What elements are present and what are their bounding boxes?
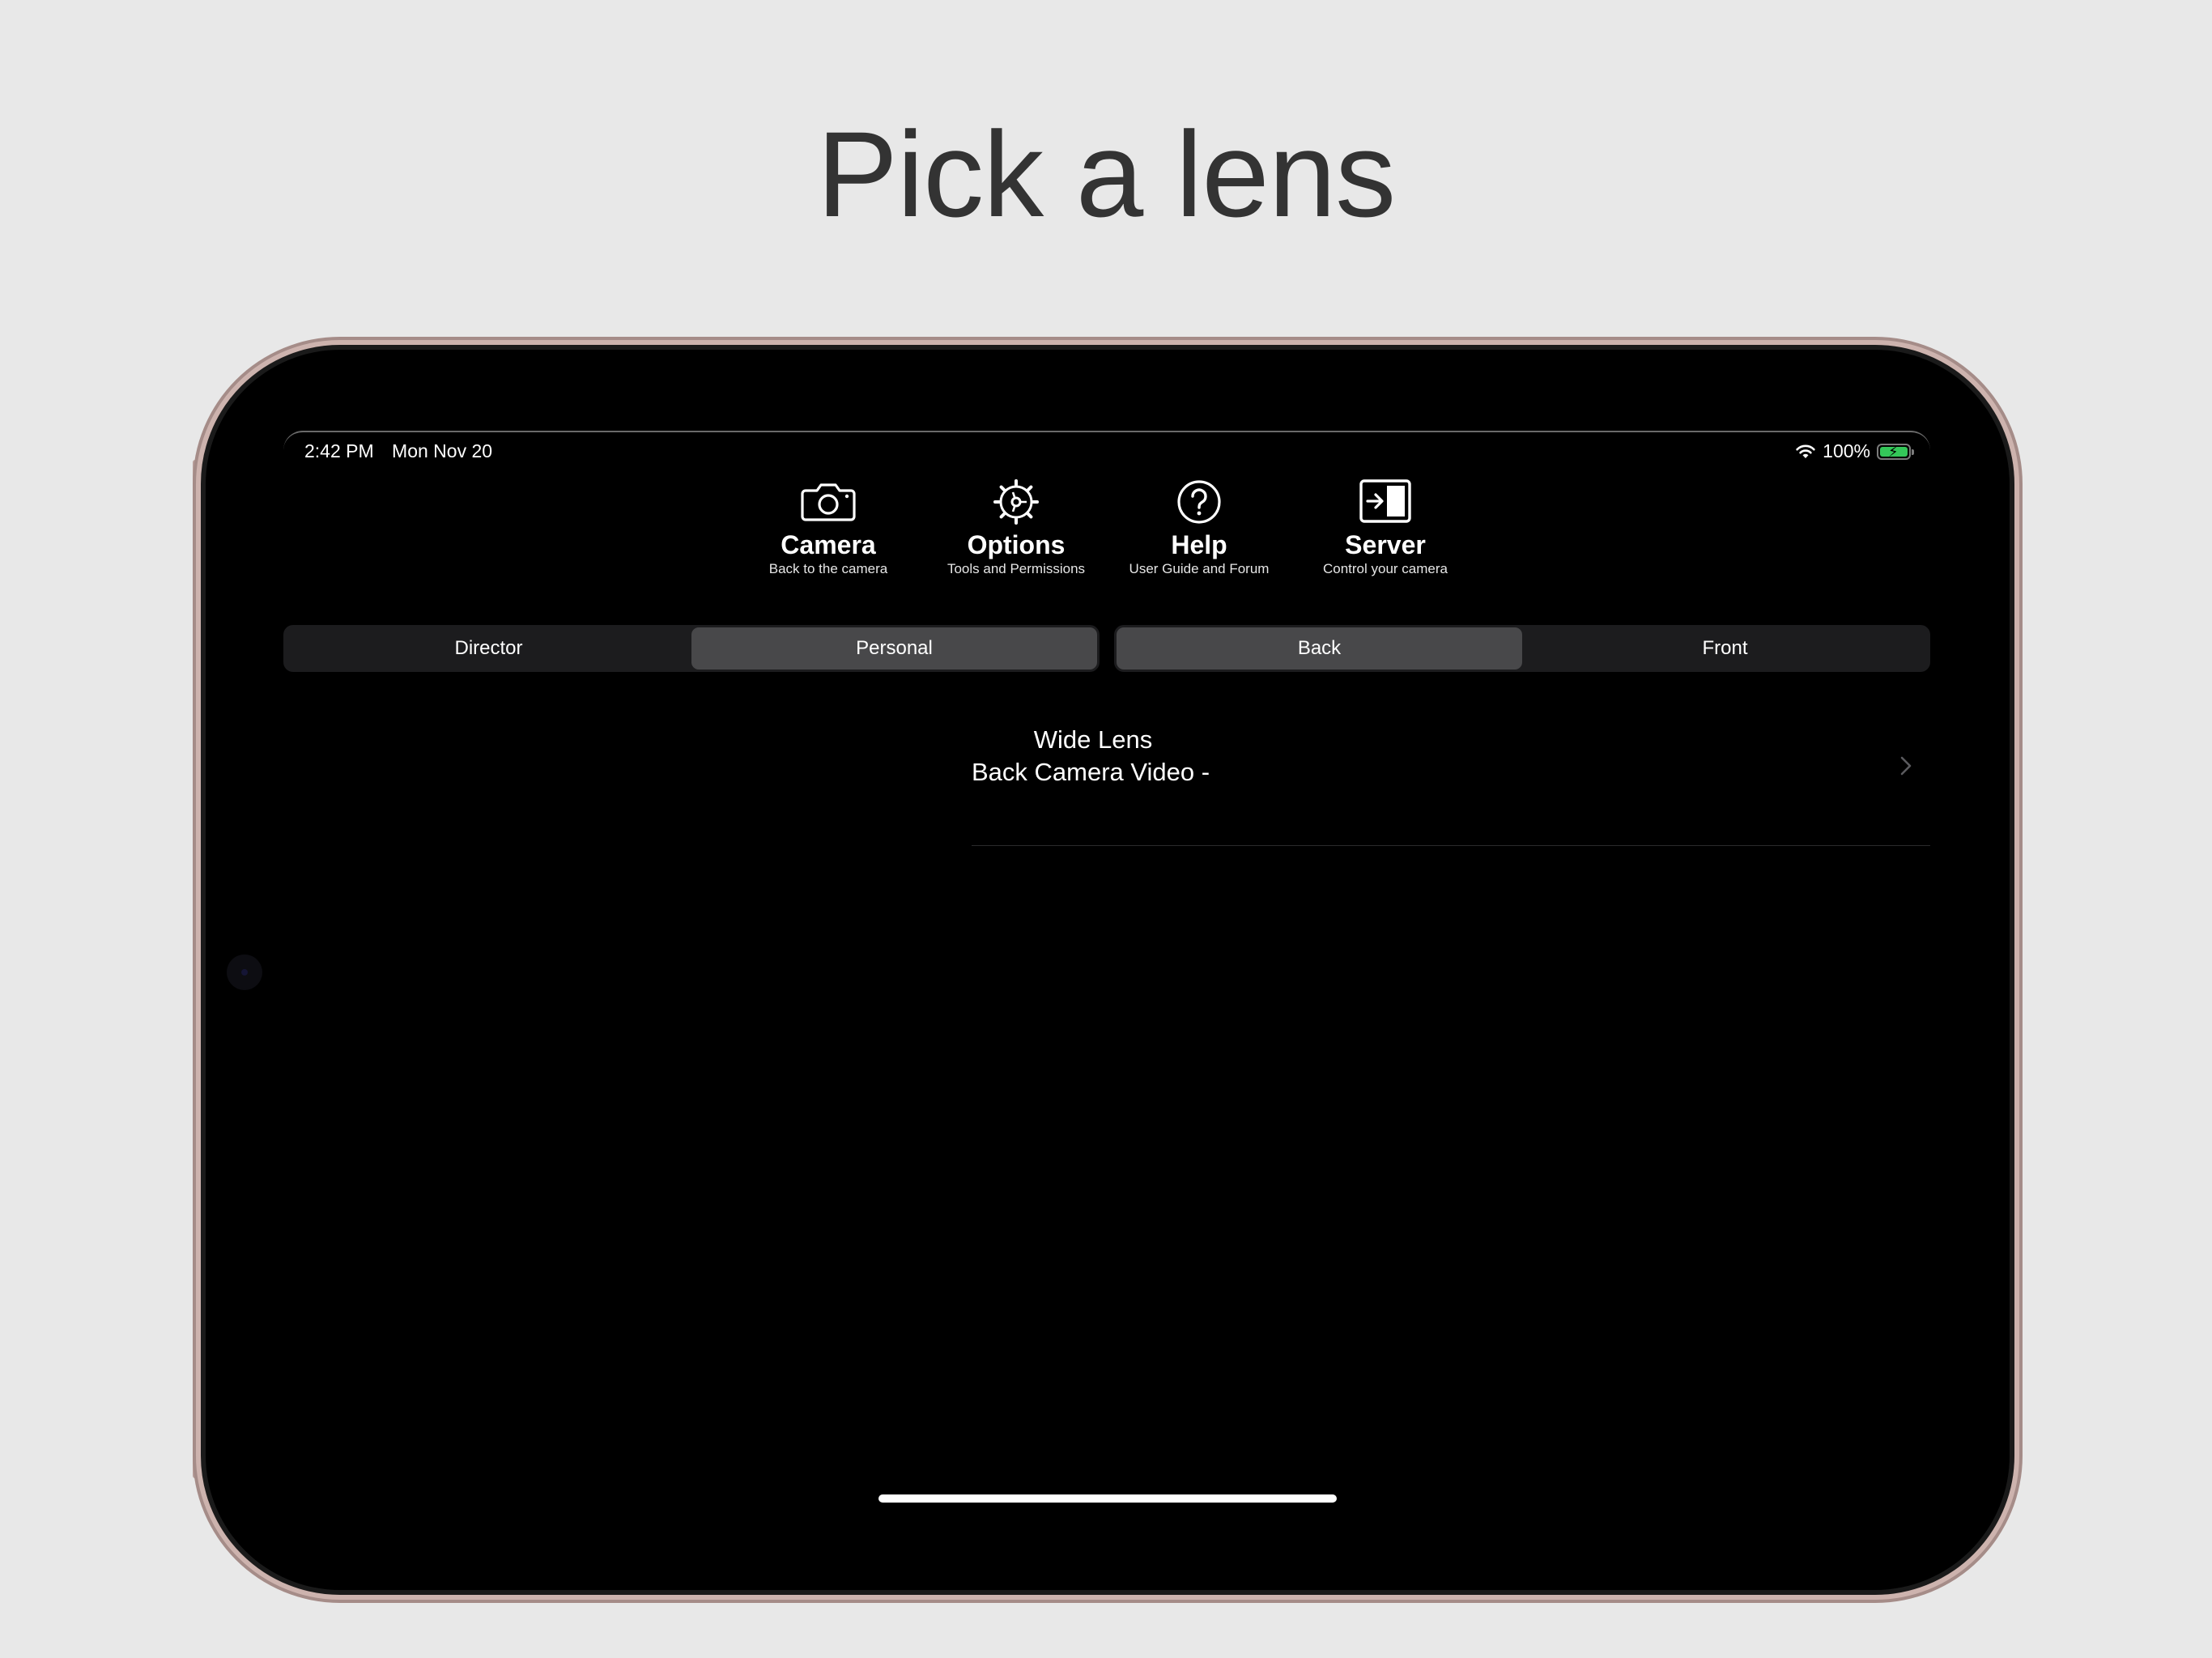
status-date: Mon Nov 20: [392, 440, 493, 461]
options-button-label: Options: [967, 530, 1066, 559]
segment-back[interactable]: Back: [1117, 627, 1522, 670]
status-bar: 2:42 PM Mon Nov 20 100% ⚡: [283, 432, 1930, 473]
camera-button[interactable]: Camera Back to the camera: [735, 474, 921, 578]
mode-segmented-control: Director Personal: [283, 625, 1100, 672]
status-left: 2:42 PM Mon Nov 20: [304, 440, 505, 462]
lens-title: Wide Lens: [1033, 725, 1153, 754]
page-headline: Pick a lens: [816, 106, 1396, 242]
gear-icon: [993, 479, 1039, 525]
camera-icon: [801, 483, 856, 521]
sidebar-enter-icon: [1359, 479, 1411, 523]
options-button[interactable]: Options Tools and Permissions: [923, 474, 1109, 578]
help-button-subtitle: User Guide and Forum: [1129, 561, 1270, 576]
device-screen: 2:42 PM Mon Nov 20 100% ⚡ Camera Back to…: [283, 431, 1930, 1509]
help-button[interactable]: Help User Guide and Forum: [1106, 474, 1292, 578]
front-camera-lens: [227, 954, 262, 990]
help-button-label: Help: [1171, 530, 1227, 559]
question-icon: [1177, 480, 1221, 524]
lens-subtitle: Back Camera Video -: [972, 758, 1210, 786]
top-toolbar: Camera Back to the camera Options Tools …: [283, 474, 1930, 596]
camera-button-label: Camera: [781, 530, 876, 559]
status-time: 2:42 PM: [304, 440, 374, 461]
wifi-icon: [1796, 444, 1815, 458]
camera-segmented-control: Back Front: [1114, 625, 1930, 672]
segment-front[interactable]: Front: [1522, 627, 1928, 670]
chevron-right-icon: [1900, 756, 1912, 776]
home-indicator[interactable]: [878, 1494, 1337, 1503]
server-button-subtitle: Control your camera: [1322, 561, 1448, 576]
segment-director[interactable]: Director: [286, 627, 691, 670]
battery-percent: 100%: [1823, 440, 1870, 461]
list-divider: [972, 845, 1930, 846]
lens-list-item[interactable]: Wide Lens Back Camera Video -: [972, 708, 1930, 845]
charging-bolt-icon: ⚡: [1888, 443, 1899, 460]
options-button-subtitle: Tools and Permissions: [946, 561, 1086, 576]
server-button-label: Server: [1345, 530, 1426, 559]
camera-button-subtitle: Back to the camera: [768, 561, 888, 576]
status-right: 100% ⚡: [1795, 440, 1914, 462]
segment-personal[interactable]: Personal: [691, 627, 1097, 670]
server-button[interactable]: Server Control your camera: [1292, 474, 1478, 578]
battery-icon: ⚡: [1877, 443, 1914, 460]
